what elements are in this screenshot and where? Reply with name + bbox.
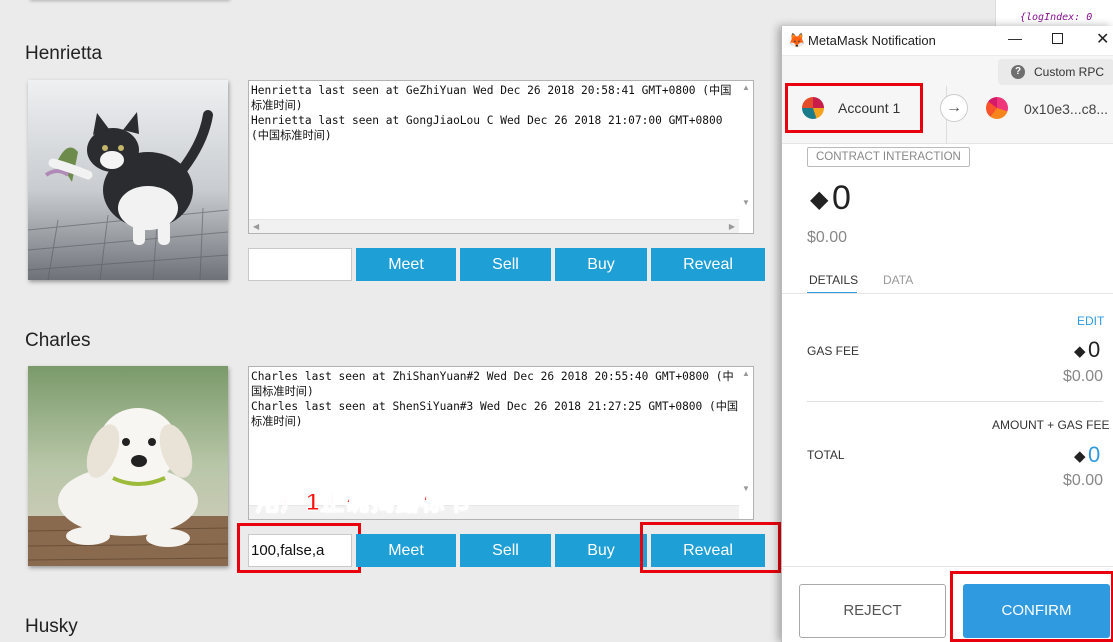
devtools-log-text: {logIndex: 0: [1020, 12, 1093, 23]
total-value: 0: [1088, 442, 1101, 467]
highlight-box-input: [237, 523, 361, 573]
gas-fee-value: 0: [1088, 337, 1101, 362]
sell-button[interactable]: Sell: [460, 248, 551, 281]
pet-name-husky: Husky: [25, 616, 78, 637]
eth-icon: ◆: [810, 186, 829, 213]
pet-photo-puppy: [28, 366, 228, 566]
eth-icon: ◆: [1074, 448, 1086, 465]
from-account[interactable]: Account 1: [785, 83, 923, 133]
tab-divider: [782, 293, 1113, 294]
meet-button[interactable]: Meet: [356, 534, 456, 567]
puppy-image: [28, 366, 228, 566]
account-avatar: [802, 97, 824, 119]
metamask-fox-icon: 🦊: [788, 32, 806, 48]
scroll-up-icon[interactable]: ▲: [742, 83, 750, 92]
recipient-address: 0x10e3...c8...: [1024, 101, 1109, 117]
amount-gas-label: AMOUNT + GAS FEE: [992, 418, 1110, 432]
scroll-down-icon[interactable]: ▼: [742, 198, 750, 207]
buy-button[interactable]: Buy: [555, 534, 647, 567]
footer-divider: [782, 566, 1113, 567]
scroll-up-icon[interactable]: ▲: [742, 369, 750, 378]
arrow-right-icon: →: [940, 94, 968, 122]
minimize-icon[interactable]: —: [1008, 30, 1022, 46]
scroll-right-icon[interactable]: ▶: [729, 222, 735, 231]
buy-button[interactable]: Buy: [555, 248, 647, 281]
vertical-scrollbar[interactable]: ▲ ▼: [739, 367, 753, 505]
recipient-avatar: [986, 97, 1008, 119]
gas-fee-fiat: $0.00: [1063, 368, 1104, 385]
log-text: Charles last seen at ZhiShanYuan#2 Wed D…: [251, 370, 739, 428]
highlight-box-reveal: [640, 522, 781, 573]
gas-fee-label: GAS FEE: [807, 344, 860, 358]
reveal-button[interactable]: Reveal: [651, 248, 765, 281]
scroll-left-icon[interactable]: ◀: [253, 222, 259, 231]
close-icon[interactable]: ✕: [1096, 29, 1109, 49]
metamask-window: 🦊 MetaMask Notification — ✕ ? Custom RPC…: [781, 26, 1113, 642]
contract-interaction-badge: CONTRACT INTERACTION: [807, 147, 970, 167]
pet-name-charles: Charles: [25, 330, 91, 351]
help-icon: ?: [1011, 65, 1025, 79]
eth-icon: ◆: [1074, 343, 1086, 360]
account-name: Account 1: [838, 100, 901, 116]
total-label: TOTAL: [807, 448, 845, 462]
network-selector[interactable]: ? Custom RPC: [998, 59, 1113, 85]
horizontal-scrollbar[interactable]: ◀ ▶: [249, 219, 739, 233]
divider: [807, 401, 1103, 402]
network-name: Custom RPC: [1034, 65, 1105, 79]
amount-fiat: $0.00: [807, 229, 848, 246]
pet-name-henrietta: Henrietta: [25, 43, 103, 64]
title-bar: 🦊 MetaMask Notification — ✕: [782, 26, 1113, 56]
vertical-scrollbar[interactable]: ▲ ▼: [739, 81, 753, 219]
sell-button[interactable]: Sell: [460, 534, 551, 567]
tab-details[interactable]: DETAILS: [809, 273, 858, 287]
edit-link[interactable]: EDIT: [1077, 314, 1104, 328]
total-fiat: $0.00: [1063, 472, 1104, 489]
highlight-box-confirm: [950, 571, 1113, 642]
amount-value: 0: [832, 179, 851, 217]
sighting-log-henrietta[interactable]: Henrietta last seen at GeZhiYuan Wed Dec…: [248, 80, 754, 234]
meet-button[interactable]: Meet: [356, 248, 456, 281]
maximize-icon[interactable]: [1052, 33, 1063, 44]
param-input-henrietta[interactable]: [248, 248, 352, 281]
reject-button[interactable]: REJECT: [799, 584, 946, 638]
window-title: MetaMask Notification: [808, 33, 936, 48]
log-text: Henrietta last seen at GeZhiYuan Wed Dec…: [251, 84, 732, 142]
kitten-image: [28, 80, 228, 280]
pet-photo-kitten: [28, 80, 228, 280]
tab-data[interactable]: DATA: [883, 273, 913, 287]
annotation-label: 用户1正确揭露标书: [255, 489, 471, 517]
scroll-down-icon[interactable]: ▼: [742, 484, 750, 493]
